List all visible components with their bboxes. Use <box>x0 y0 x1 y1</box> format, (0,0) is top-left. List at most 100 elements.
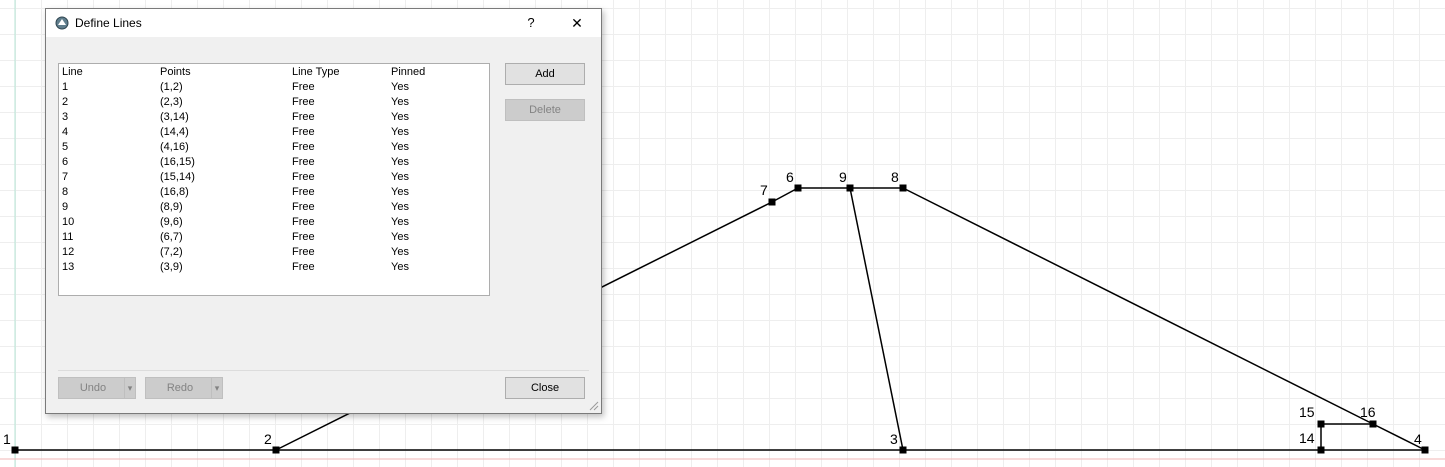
undo-button[interactable]: Undo ▾ <box>58 377 136 399</box>
point-marker[interactable] <box>846 184 854 192</box>
table-row[interactable]: 10 (9,6) Free Yes <box>59 214 489 229</box>
lines-table[interactable]: Line Points Line Type Pinned 1 (1,2) Free Y… <box>58 63 490 296</box>
resize-grip-icon[interactable] <box>589 401 599 411</box>
geometry-line[interactable] <box>902 187 1374 425</box>
point-marker[interactable] <box>794 184 802 192</box>
point-marker[interactable] <box>899 184 907 192</box>
table-row[interactable]: 5 (4,16) Free Yes <box>59 139 489 154</box>
cell-pinned: Yes <box>391 231 409 243</box>
cell-points: (15,14) <box>160 171 195 183</box>
table-header: Line Points Line Type Pinned <box>59 64 489 79</box>
separator <box>58 370 589 371</box>
point-label: 8 <box>891 169 899 185</box>
point-marker[interactable] <box>272 446 280 454</box>
cell-pinned: Yes <box>391 141 409 153</box>
cell-line-type: Free <box>292 141 315 153</box>
table-row[interactable]: 12 (7,2) Free Yes <box>59 244 489 259</box>
delete-button[interactable]: Delete <box>505 99 585 121</box>
header-line[interactable]: Line <box>62 66 83 78</box>
cell-points: (4,16) <box>160 141 189 153</box>
cell-line: 4 <box>62 126 69 138</box>
header-line-type[interactable]: Line Type <box>292 66 340 78</box>
table-row[interactable]: 3 (3,14) Free Yes <box>59 109 489 124</box>
table-row[interactable]: 7 (15,14) Free Yes <box>59 169 489 184</box>
point-label: 16 <box>1360 404 1376 420</box>
point-marker[interactable] <box>1317 446 1325 454</box>
header-pinned[interactable]: Pinned <box>391 66 425 78</box>
add-button[interactable]: Add <box>505 63 585 85</box>
cell-line-type: Free <box>292 201 315 213</box>
table-row[interactable]: 8 (16,8) Free Yes <box>59 184 489 199</box>
cell-pinned: Yes <box>391 81 409 93</box>
cell-pinned: Yes <box>391 186 409 198</box>
cell-line: 8 <box>62 186 69 198</box>
cell-points: (14,4) <box>160 126 189 138</box>
redo-dropdown-icon[interactable]: ▾ <box>211 378 222 398</box>
geometry-line[interactable] <box>849 187 904 451</box>
cell-line-type: Free <box>292 111 315 123</box>
help-button[interactable]: ? <box>522 14 540 32</box>
cell-line-type: Free <box>292 231 315 243</box>
dialog-title: Define Lines <box>75 16 142 30</box>
close-button[interactable]: Close <box>505 377 585 399</box>
point-marker[interactable] <box>11 446 19 454</box>
header-points[interactable]: Points <box>160 66 191 78</box>
cell-line-type: Free <box>292 81 315 93</box>
cell-line-type: Free <box>292 186 315 198</box>
cell-line-type: Free <box>292 126 315 138</box>
table-row[interactable]: 13 (3,9) Free Yes <box>59 259 489 274</box>
table-row[interactable]: 9 (8,9) Free Yes <box>59 199 489 214</box>
cell-pinned: Yes <box>391 96 409 108</box>
cell-points: (3,9) <box>160 261 183 273</box>
cell-line: 13 <box>62 261 75 273</box>
cell-pinned: Yes <box>391 261 409 273</box>
cell-pinned: Yes <box>391 201 409 213</box>
point-label: 6 <box>786 169 794 185</box>
app-logo-icon <box>55 16 69 30</box>
point-label: 15 <box>1299 404 1315 420</box>
close-icon[interactable]: ✕ <box>566 13 588 33</box>
cell-line: 3 <box>62 111 69 123</box>
define-lines-dialog: Define Lines ? ✕ Line Points Line Type P… <box>45 8 602 414</box>
redo-label: Redo <box>166 382 194 394</box>
point-marker[interactable] <box>1317 420 1325 428</box>
redo-button[interactable]: Redo ▾ <box>145 377 223 399</box>
table-row[interactable]: 2 (2,3) Free Yes <box>59 94 489 109</box>
point-label: 2 <box>264 431 272 447</box>
cell-line-type: Free <box>292 261 315 273</box>
cell-pinned: Yes <box>391 156 409 168</box>
cell-line: 2 <box>62 96 69 108</box>
cell-line: 1 <box>62 81 69 93</box>
cell-pinned: Yes <box>391 216 409 228</box>
cell-line: 12 <box>62 246 75 258</box>
point-label: 7 <box>760 182 768 198</box>
undo-dropdown-icon[interactable]: ▾ <box>124 378 135 398</box>
cell-points: (6,7) <box>160 231 183 243</box>
table-row[interactable]: 6 (16,15) Free Yes <box>59 154 489 169</box>
cell-points: (16,15) <box>160 156 195 168</box>
table-row[interactable]: 4 (14,4) Free Yes <box>59 124 489 139</box>
point-marker[interactable] <box>899 446 907 454</box>
cell-line: 10 <box>62 216 75 228</box>
cell-points: (9,6) <box>160 216 183 228</box>
dialog-titlebar[interactable]: Define Lines ? ✕ <box>46 9 601 37</box>
cell-pinned: Yes <box>391 126 409 138</box>
undo-label: Undo <box>79 382 107 394</box>
point-marker[interactable] <box>768 198 776 206</box>
table-row[interactable]: 1 (1,2) Free Yes <box>59 79 489 94</box>
point-marker[interactable] <box>1421 446 1429 454</box>
cell-points: (3,14) <box>160 111 189 123</box>
point-label: 1 <box>3 431 11 447</box>
cell-points: (8,9) <box>160 201 183 213</box>
point-marker[interactable] <box>1369 420 1377 428</box>
cell-line: 9 <box>62 201 69 213</box>
geometry-line[interactable] <box>771 187 799 203</box>
cell-line: 6 <box>62 156 69 168</box>
cell-line-type: Free <box>292 246 315 258</box>
cell-points: (2,3) <box>160 96 183 108</box>
table-row[interactable]: 11 (6,7) Free Yes <box>59 229 489 244</box>
cell-points: (1,2) <box>160 81 183 93</box>
cell-pinned: Yes <box>391 171 409 183</box>
point-label: 4 <box>1414 431 1422 447</box>
cell-points: (16,8) <box>160 186 189 198</box>
